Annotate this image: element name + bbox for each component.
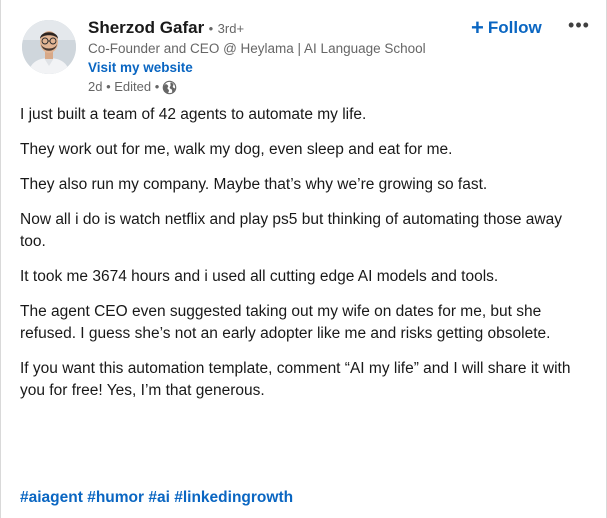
post-paragraph: I just built a team of 42 agents to auto… <box>20 106 367 123</box>
post-header: Sherzod Gafar • 3rd+ Co-Founder and CEO … <box>88 16 468 96</box>
author-headline: Co-Founder and CEO @ Heylama | AI Langua… <box>88 41 426 56</box>
post-body: I just built a team of 42 agents to auto… <box>20 104 590 415</box>
separator-dot: • <box>208 21 214 36</box>
author-name[interactable]: Sherzod Gafar <box>88 18 204 37</box>
avatar[interactable] <box>22 20 76 74</box>
name-line: Sherzod Gafar • 3rd+ <box>88 16 468 40</box>
hashtag-list: #aiagent #humor #ai #linkedingrowth <box>20 487 293 509</box>
plus-icon: + <box>471 15 484 40</box>
follow-button[interactable]: + Follow <box>471 14 542 42</box>
follow-label: Follow <box>487 18 542 37</box>
feed-post: Sherzod Gafar • 3rd+ Co-Founder and CEO … <box>0 0 607 518</box>
post-paragraph: Now all i do is watch netflix and play p… <box>20 211 562 250</box>
profile-photo <box>22 20 76 74</box>
post-timestamp: 2d • Edited • <box>88 79 160 94</box>
hashtag-link[interactable]: #ai <box>148 489 170 506</box>
hashtag-link[interactable]: #humor <box>87 489 144 506</box>
post-meta: 2d • Edited • <box>88 78 468 96</box>
post-paragraph: The agent CEO even suggested taking out … <box>20 303 551 342</box>
post-paragraph: They work out for me, walk my dog, even … <box>20 141 453 158</box>
connection-degree: 3rd+ <box>217 21 245 36</box>
visit-website-link[interactable]: Visit my website <box>88 58 193 78</box>
hashtag-link[interactable]: #linkedingrowth <box>174 489 293 506</box>
post-paragraph: It took me 3674 hours and i used all cut… <box>20 268 499 285</box>
globe-icon <box>162 80 177 95</box>
post-paragraph: They also run my company. Maybe that’s w… <box>20 176 488 193</box>
hashtag-link[interactable]: #aiagent <box>20 489 83 506</box>
post-paragraph: If you want this automation template, co… <box>20 360 571 399</box>
more-options-button[interactable]: ••• <box>566 14 592 40</box>
ellipsis-icon: ••• <box>568 15 590 35</box>
